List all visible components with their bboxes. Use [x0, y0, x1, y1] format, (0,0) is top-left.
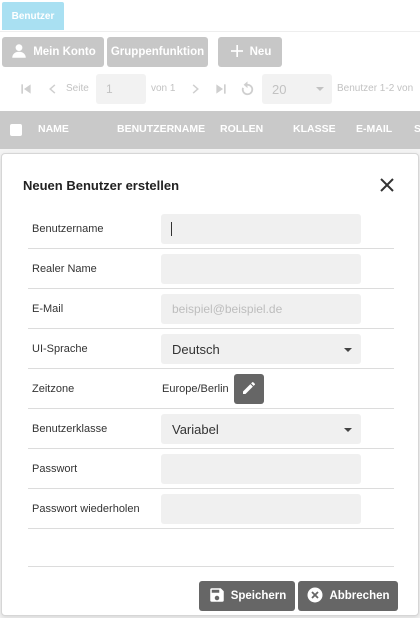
- email-label: E-Mail: [32, 303, 64, 315]
- row-timezone: Zeitzone Europe/Berlin: [28, 369, 394, 409]
- column-header-username[interactable]: BENUTZERNAME: [117, 123, 205, 135]
- row-password: Passwort: [28, 449, 394, 489]
- page-size-select[interactable]: 20: [262, 74, 332, 104]
- column-header-name[interactable]: NAME: [38, 123, 69, 135]
- row-ui-language: UI-Sprache Deutsch: [28, 329, 394, 369]
- timezone-value: Europe/Berlin: [162, 383, 229, 395]
- password-repeat-label: Passwort wiederholen: [32, 503, 140, 515]
- toolbar: Mein Konto Gruppenfunktion Neu: [0, 33, 420, 69]
- ui-language-value: Deutsch: [172, 341, 220, 357]
- new-user-dialog: Neuen Benutzer erstellen Benutzername Re…: [1, 153, 419, 616]
- pager: Seite 1 von 1 20 Benutzer 1-2 von: [0, 69, 420, 111]
- password-repeat-input[interactable]: [161, 494, 361, 524]
- save-label: Speichern: [230, 590, 287, 602]
- row-realname: Realer Name: [28, 249, 394, 289]
- row-password-repeat: Passwort wiederholen: [28, 489, 394, 529]
- select-all-checkbox[interactable]: [10, 124, 22, 136]
- tab-benutzer[interactable]: Benutzer: [2, 2, 64, 30]
- realname-label: Realer Name: [32, 263, 97, 275]
- ui-language-select[interactable]: Deutsch: [161, 334, 361, 364]
- floppy-disk-icon: [208, 586, 226, 607]
- username-input[interactable]: [161, 214, 361, 244]
- ui-language-label: UI-Sprache: [32, 343, 88, 355]
- page-label: Seite: [66, 83, 89, 94]
- chevron-down-icon: [344, 348, 352, 352]
- divider: [28, 566, 394, 567]
- pager-summary: Benutzer 1-2 von: [337, 83, 414, 94]
- my-account-label: Mein Konto: [33, 46, 96, 58]
- page-input[interactable]: 1: [96, 74, 146, 104]
- group-function-label: Gruppenfunktion: [110, 46, 205, 58]
- prev-page-icon[interactable]: [43, 80, 61, 98]
- edit-timezone-button[interactable]: [234, 374, 264, 404]
- row-username: Benutzername: [28, 209, 394, 249]
- user-class-value: Variabel: [172, 421, 219, 437]
- row-email: E-Mail beispiel@beispiel.de: [28, 289, 394, 329]
- column-header-status[interactable]: S: [414, 123, 420, 135]
- my-account-button[interactable]: Mein Konto: [2, 37, 104, 67]
- chevron-down-icon: [344, 428, 352, 432]
- first-page-icon[interactable]: [17, 80, 35, 98]
- last-page-icon[interactable]: [212, 80, 230, 98]
- cancel-button[interactable]: Abbrechen: [298, 581, 398, 611]
- cancel-circle-icon: [306, 586, 324, 607]
- username-label: Benutzername: [32, 223, 104, 235]
- password-input[interactable]: [161, 454, 361, 484]
- user-class-select[interactable]: Variabel: [161, 414, 361, 444]
- close-icon[interactable]: [378, 176, 396, 194]
- group-function-button[interactable]: Gruppenfunktion: [107, 37, 208, 67]
- chevron-down-icon: [316, 87, 324, 91]
- save-button[interactable]: Speichern: [199, 581, 295, 611]
- tab-bar: Benutzer: [0, 0, 420, 32]
- dialog-title: Neuen Benutzer erstellen: [23, 178, 180, 193]
- column-header-class[interactable]: KLASSE: [293, 123, 336, 135]
- table-header: NAME BENUTZERNAME ROLLEN KLASSE E-MAIL S: [0, 111, 420, 149]
- next-page-icon[interactable]: [187, 80, 205, 98]
- page-size-value: 20: [272, 81, 287, 97]
- plus-icon: [229, 43, 245, 62]
- realname-input[interactable]: [161, 254, 361, 284]
- new-label: Neu: [249, 46, 272, 58]
- row-user-class: Benutzerklasse Variabel: [28, 409, 394, 449]
- user-class-label: Benutzerklasse: [32, 423, 108, 435]
- text-cursor: [171, 222, 172, 236]
- email-input[interactable]: beispiel@beispiel.de: [161, 294, 361, 324]
- person-icon: [10, 42, 28, 63]
- column-header-email[interactable]: E-MAIL: [356, 123, 392, 135]
- cancel-label: Abbrechen: [329, 590, 390, 602]
- timezone-label: Zeitzone: [32, 383, 75, 395]
- refresh-icon[interactable]: [238, 80, 256, 98]
- password-label: Passwort: [32, 463, 78, 475]
- of-pages-label: von 1: [151, 83, 176, 94]
- column-header-roles[interactable]: ROLLEN: [220, 123, 263, 135]
- new-button[interactable]: Neu: [218, 37, 282, 67]
- pencil-icon: [241, 380, 257, 399]
